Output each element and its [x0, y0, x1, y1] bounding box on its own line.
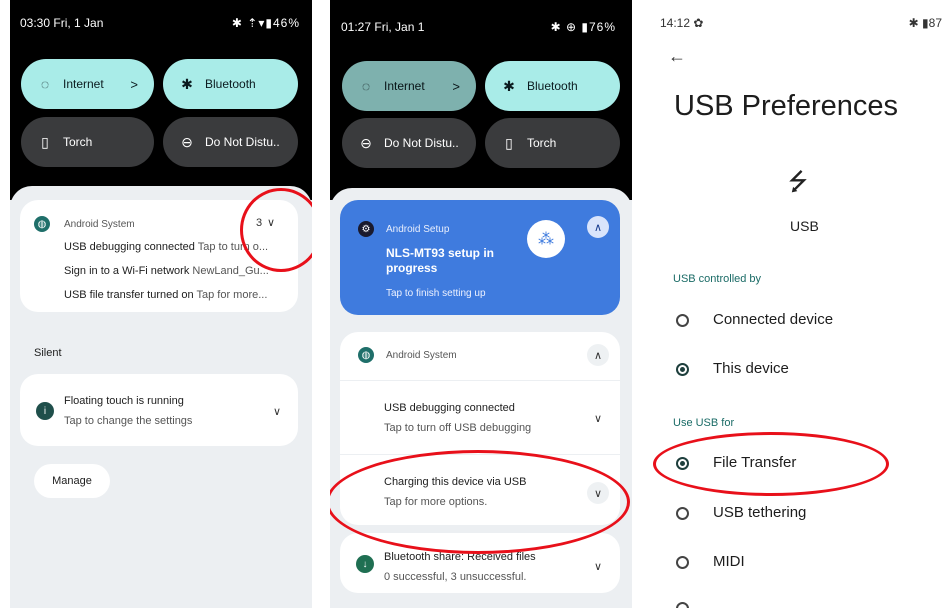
usb-icon: ⭍ [788, 169, 808, 196]
torch-tile-label: Torch [63, 135, 93, 149]
torch-tile[interactable]: ▯ Torch [485, 118, 620, 168]
floating-touch-text: Tap to change the settings [64, 415, 193, 427]
notification-panel-1: 03:30 Fri, 1 Jan ✱ ⇡▾▮46% ◌ Internet > ✱… [10, 0, 312, 608]
floating-touch-notification[interactable]: i Floating touch is running Tap to chang… [20, 374, 298, 446]
collapse-chevron-icon[interactable]: ∧ [587, 344, 609, 366]
torch-tile[interactable]: ▯ Torch [21, 117, 154, 167]
bluetooth-tile[interactable]: ✱ Bluetooth [163, 59, 298, 109]
do-not-disturb-tile[interactable]: ⊖ Do Not Distu.. [163, 117, 298, 167]
usb-label: USB [790, 218, 819, 234]
notification-app-name: Android System [386, 350, 457, 361]
bluetooth-tile-label: Bluetooth [205, 77, 256, 91]
torch-icon: ▯ [505, 134, 513, 151]
notification-app-name: Android System [64, 219, 135, 230]
status-icons: ✱ ▮87 [908, 16, 942, 30]
silent-section-label: Silent [34, 347, 62, 359]
divider [340, 380, 620, 381]
radio-next-option[interactable] [676, 602, 689, 608]
status-time: 03:30 Fri, 1 Jan [20, 16, 104, 30]
notification-panel-2: 01:27 Fri, Jan 1 ✱ ⊕ ▮76% ◌ Internet > ✱… [330, 0, 632, 608]
setup-text: Tap to finish setting up [386, 288, 486, 299]
do-not-disturb-tile[interactable]: ⊖ Do Not Distu.. [342, 118, 476, 168]
usb-debugging-text: Tap to turn off USB debugging [384, 422, 532, 434]
bluetooth-tile-label: Bluetooth [527, 79, 578, 93]
collapse-chevron-icon[interactable]: ∧ [587, 216, 609, 238]
status-icons: ✱ ⇡▾▮46% [231, 16, 300, 30]
download-icon: ↓ [356, 555, 374, 573]
option-label: Connected device [713, 311, 834, 328]
bluetooth-icon: ✱ [181, 75, 193, 92]
android-system-icon: ◍ [358, 347, 374, 363]
chevron-right-icon: > [130, 76, 138, 92]
magic-wand-icon: ⁂ [527, 220, 565, 258]
do-not-disturb-tile-label: Do Not Distu.. [205, 135, 280, 149]
status-time: 14:12 ✿ [660, 16, 704, 30]
floating-touch-title: Floating touch is running [64, 395, 184, 407]
wifi-icon: ◌ [40, 76, 50, 92]
usb-controlled-by-header: USB controlled by [673, 273, 762, 285]
bluetooth-tile[interactable]: ✱ Bluetooth [485, 61, 620, 111]
highlight-ellipse [653, 432, 889, 496]
notification-line-2[interactable]: Sign in to a Wi-Fi network NewLand_Gu... [64, 265, 294, 277]
do-not-disturb-icon: ⊖ [360, 134, 372, 151]
chevron-down-icon[interactable]: ∨ [266, 400, 288, 422]
bluetooth-icon: ✱ [503, 77, 515, 94]
highlight-ellipse [330, 450, 630, 554]
radio-connected-device[interactable] [676, 314, 689, 327]
back-arrow-icon[interactable]: ← [668, 46, 686, 67]
bluetooth-share-text: 0 successful, 3 unsuccessful. [384, 571, 527, 583]
android-system-icon: ◍ [34, 216, 50, 232]
option-label: MIDI [713, 553, 745, 570]
internet-tile[interactable]: ◌ Internet > [342, 61, 476, 111]
wifi-icon: ◌ [361, 78, 371, 94]
page-title: USB Preferences [674, 90, 899, 122]
chevron-down-icon[interactable]: ∨ [587, 555, 609, 577]
chevron-right-icon: > [452, 78, 460, 94]
option-label: USB tethering [713, 504, 807, 521]
chevron-down-icon[interactable]: ∨ [587, 407, 609, 429]
do-not-disturb-tile-label: Do Not Distu.. [384, 136, 459, 150]
status-time: 01:27 Fri, Jan 1 [341, 20, 425, 34]
notification-app-name: Android Setup [386, 224, 450, 235]
notification-line-3[interactable]: USB file transfer turned on Tap for more… [64, 289, 294, 301]
torch-icon: ▯ [41, 133, 49, 150]
android-setup-notification[interactable]: ⚙ Android Setup NLS-MT93 setup in progre… [340, 200, 620, 315]
floating-touch-icon: i [36, 402, 54, 420]
option-label: This device [713, 360, 789, 377]
torch-tile-label: Torch [527, 136, 557, 150]
internet-tile[interactable]: ◌ Internet > [21, 59, 154, 109]
settings-gear-icon: ⚙ [358, 221, 374, 237]
usb-preferences-screen: 14:12 ✿ ✱ ▮87 ← USB Preferences ⭍ USB US… [650, 0, 942, 608]
highlight-circle [240, 188, 312, 272]
internet-tile-label: Internet [63, 77, 104, 91]
do-not-disturb-icon: ⊖ [181, 133, 193, 150]
internet-tile-label: Internet [384, 79, 425, 93]
status-icons: ✱ ⊕ ▮76% [550, 20, 616, 34]
use-usb-for-header: Use USB for [673, 417, 735, 429]
manage-button[interactable]: Manage [34, 464, 110, 498]
radio-midi[interactable] [676, 556, 689, 569]
radio-this-device[interactable] [676, 363, 689, 376]
radio-usb-tethering[interactable] [676, 507, 689, 520]
setup-title: NLS-MT93 setup in progress [386, 246, 495, 275]
usb-debugging-title[interactable]: USB debugging connected [384, 402, 515, 414]
